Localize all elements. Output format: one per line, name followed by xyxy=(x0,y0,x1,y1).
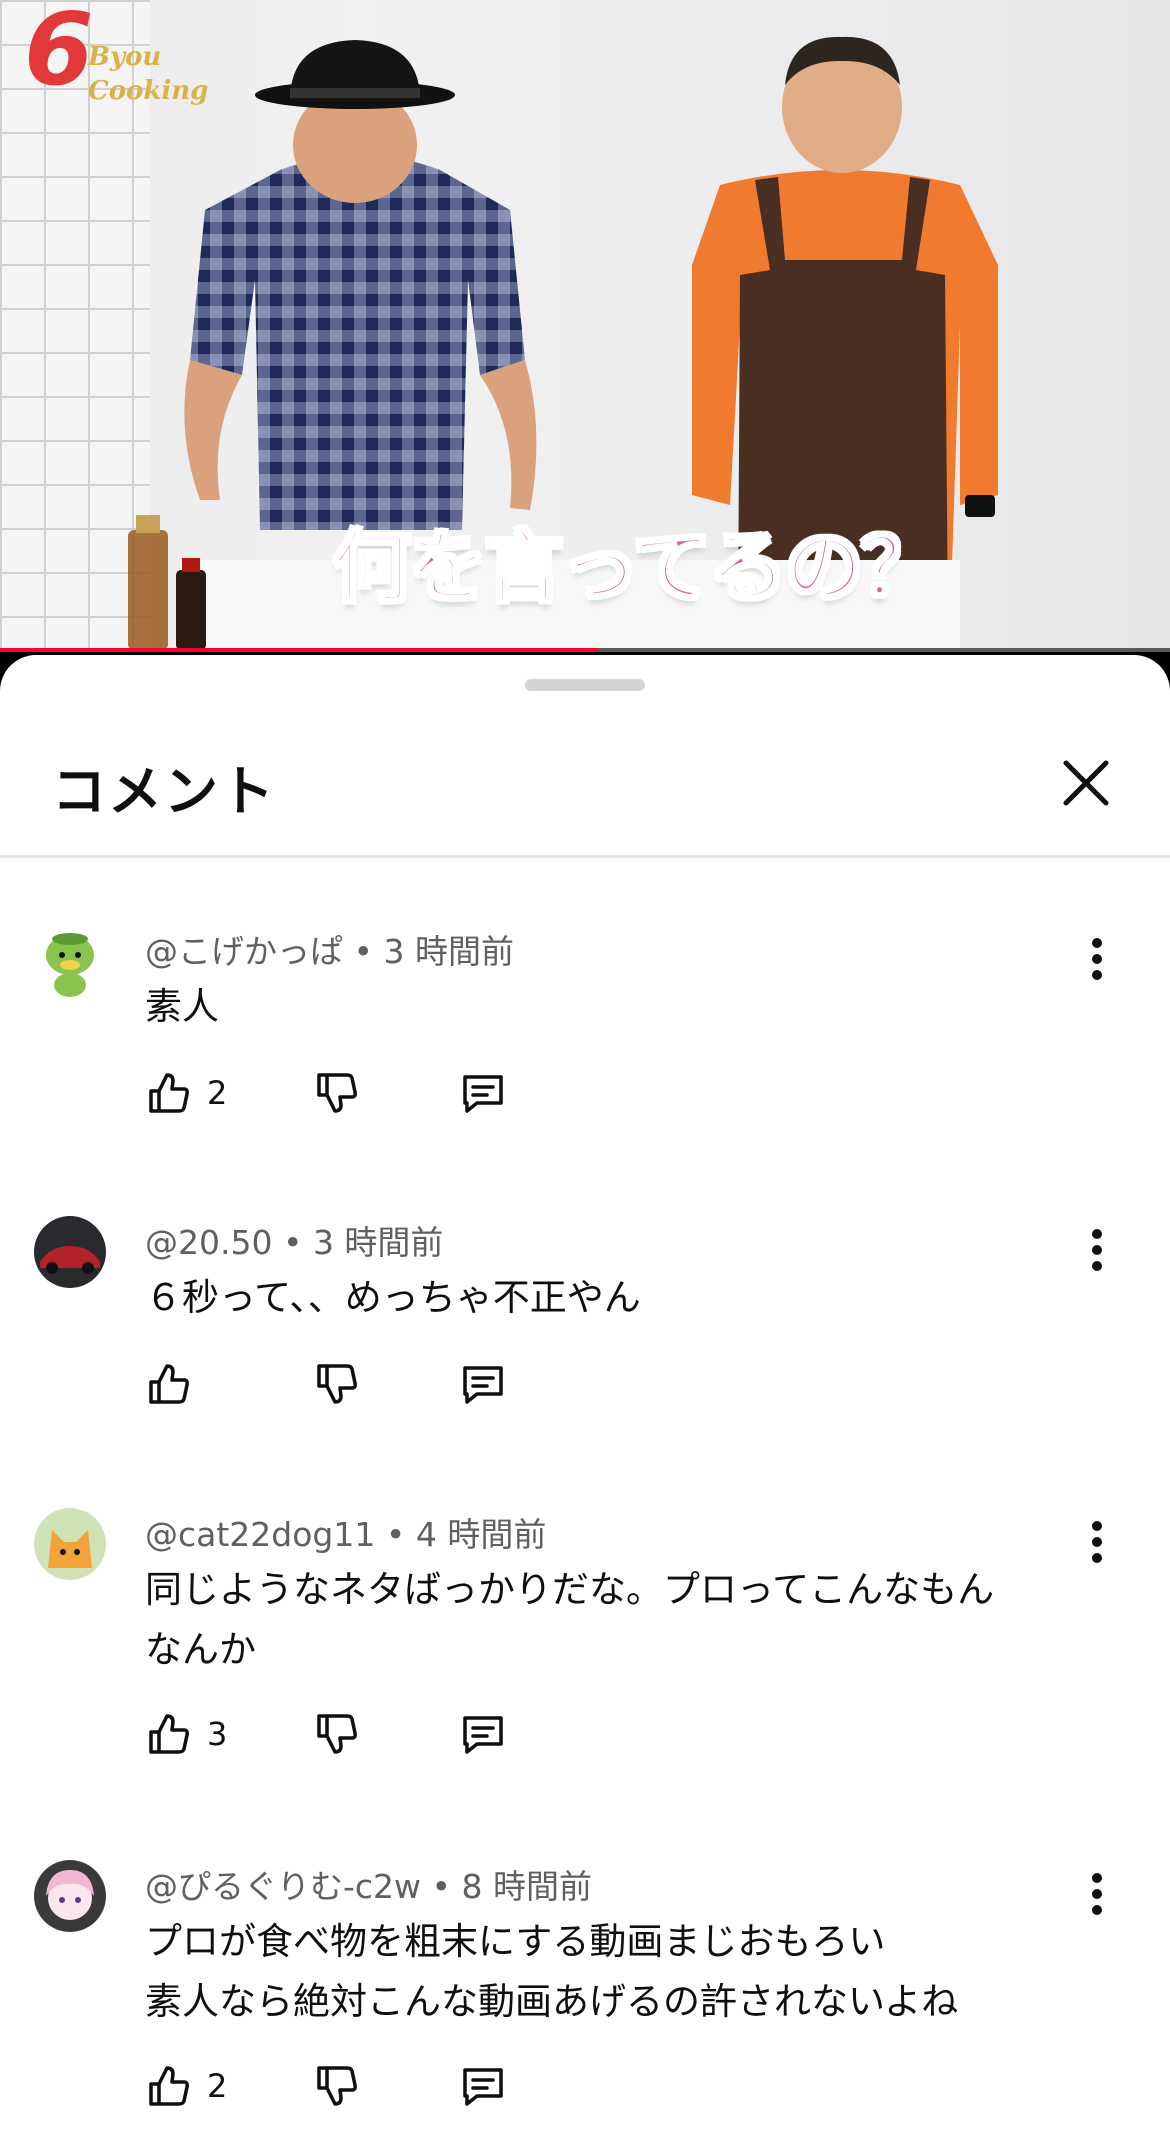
drag-handle[interactable] xyxy=(525,679,645,691)
thumbs-up-icon xyxy=(149,1714,189,1754)
comment-author[interactable]: @こげかっぱ xyxy=(145,932,343,971)
comment-meta: @こげかっぱ • 3 時間前 xyxy=(145,932,514,971)
avatar[interactable] xyxy=(34,1216,106,1288)
thumbs-up-icon xyxy=(149,1073,189,1113)
reply-comment-icon xyxy=(463,1716,503,1754)
reply-comment-icon xyxy=(463,2068,503,2106)
comment-actions: 3 xyxy=(145,1706,565,1762)
panel-title: コメント xyxy=(52,760,276,823)
reply-comment-icon xyxy=(463,1075,503,1113)
reply-button[interactable] xyxy=(459,1706,507,1762)
video-caption: 何を言ってるの？ xyxy=(331,522,940,615)
avatar[interactable] xyxy=(34,925,106,997)
more-vert-icon xyxy=(1092,1873,1102,1915)
thumbs-down-icon xyxy=(317,1364,357,1404)
cat-avatar-icon xyxy=(34,1508,106,1580)
comment-meta: @20.50 • 3 時間前 xyxy=(145,1223,444,1262)
comment-meta: @cat22dog11 • 4 時間前 xyxy=(145,1515,547,1554)
comment-text: 同じようなネタばっかりだな。プロってこんなもん なんか xyxy=(145,1568,995,1671)
like-count: 2 xyxy=(207,2067,228,2105)
comment-actions xyxy=(145,1356,565,1412)
dislike-button[interactable] xyxy=(313,1706,361,1762)
like-count: 2 xyxy=(207,1074,228,1112)
car-avatar-icon xyxy=(34,1216,106,1288)
comment-actions: 2 xyxy=(145,1065,565,1121)
comment-time: 4 時間前 xyxy=(415,1515,547,1554)
like-button[interactable] xyxy=(145,1356,207,1412)
close-icon xyxy=(1063,760,1109,806)
close-button[interactable] xyxy=(1058,755,1114,811)
reply-button[interactable] xyxy=(459,1356,507,1412)
logo-digit: 6 xyxy=(24,0,94,108)
more-options-button[interactable] xyxy=(1086,933,1108,985)
comment-author[interactable]: @ぴるぐりむ-c2w xyxy=(145,1867,421,1906)
comment-time: 3 時間前 xyxy=(383,932,514,971)
more-vert-icon xyxy=(1092,1229,1102,1271)
divider xyxy=(0,855,1170,858)
thumbs-down-icon xyxy=(317,1714,357,1754)
more-options-button[interactable] xyxy=(1086,1224,1108,1276)
dislike-button[interactable] xyxy=(313,1065,361,1121)
comment-author[interactable]: @cat22dog11 xyxy=(145,1515,375,1554)
more-vert-icon xyxy=(1092,938,1102,980)
comment-text: 素人 xyxy=(145,985,219,1028)
dislike-button[interactable] xyxy=(313,1356,361,1412)
comment-time: 3 時間前 xyxy=(312,1223,444,1262)
reply-button[interactable] xyxy=(459,1065,507,1121)
reply-comment-icon xyxy=(463,1366,503,1404)
comment-time: 8 時間前 xyxy=(461,1867,593,1906)
reply-button[interactable] xyxy=(459,2058,507,2114)
like-count: 3 xyxy=(207,1715,228,1753)
like-button[interactable]: 2 xyxy=(145,1065,227,1121)
more-vert-icon xyxy=(1092,1521,1102,1563)
avatar[interactable] xyxy=(34,1508,106,1580)
thumbs-up-icon xyxy=(149,1364,189,1404)
thumbs-down-icon xyxy=(317,2066,357,2106)
comment-actions: 2 xyxy=(145,2058,565,2114)
dislike-button[interactable] xyxy=(313,2058,361,2114)
progress-bar[interactable] xyxy=(0,648,1170,652)
comment-author[interactable]: @20.50 xyxy=(145,1223,272,1262)
anime-avatar-icon xyxy=(34,1860,106,1932)
comments-sheet: コメント @こげかっぱ • 3 時間前 素人 2 @20.50 • 3 時間前 … xyxy=(0,655,1170,2142)
like-button[interactable]: 3 xyxy=(145,1706,227,1762)
like-button[interactable]: 2 xyxy=(145,2058,227,2114)
comment-text: プロが食べ物を粗末にする動画まじおもろい 素人なら絶対こんな動画あげるの許されな… xyxy=(145,1920,959,2023)
more-options-button[interactable] xyxy=(1086,1868,1108,1920)
progress-fill xyxy=(0,648,597,652)
avatar[interactable] xyxy=(34,1860,106,1932)
kappa-avatar-icon xyxy=(34,925,106,997)
thumbs-down-icon xyxy=(317,1073,357,1113)
more-options-button[interactable] xyxy=(1086,1516,1108,1568)
comment-meta: @ぴるぐりむ-c2w • 8 時間前 xyxy=(145,1867,593,1906)
thumbs-up-icon xyxy=(149,2066,189,2106)
comment-text: ６秒って、、めっちゃ不正やん xyxy=(145,1276,641,1319)
video-player[interactable]: 6 Byou Cooking 何を言ってるの？ xyxy=(0,0,1170,652)
